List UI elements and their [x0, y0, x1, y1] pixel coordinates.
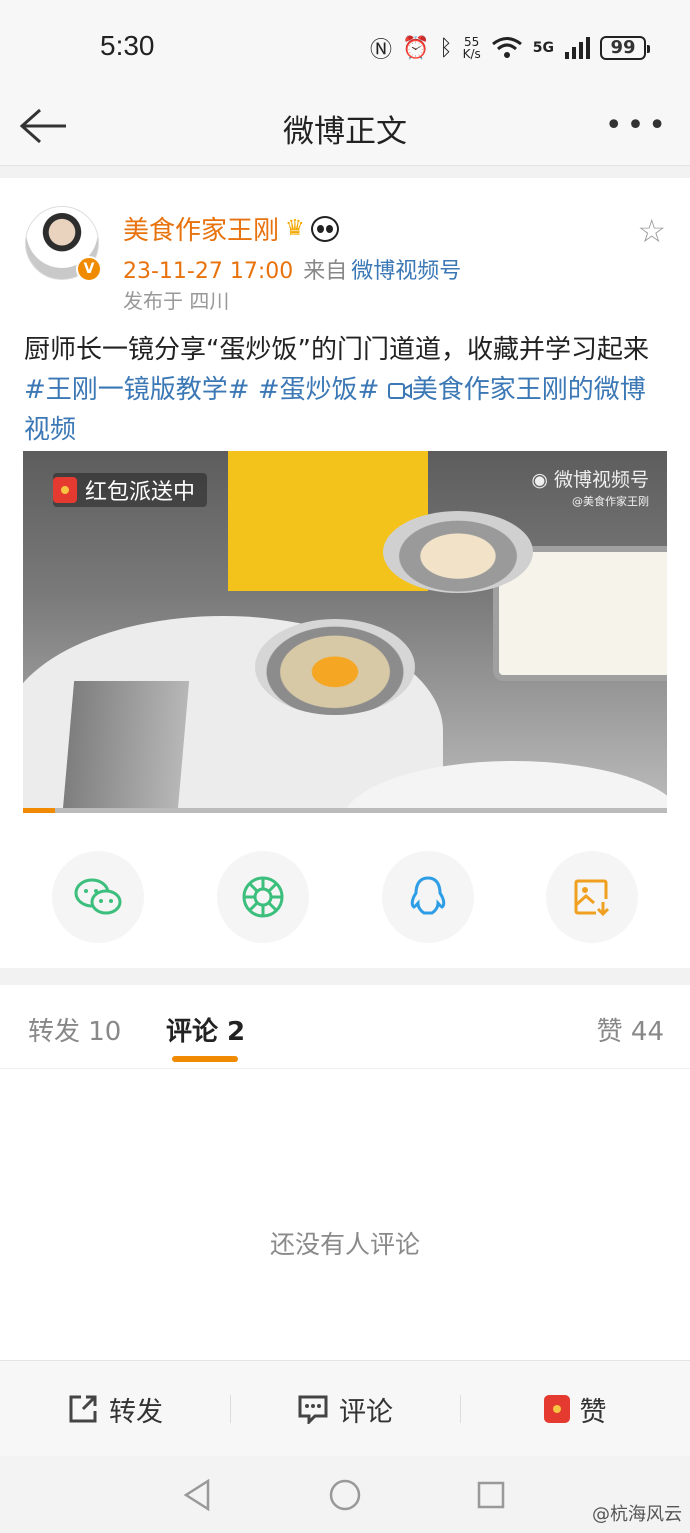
hashtag-link[interactable]: #蛋炒饭# [258, 375, 380, 405]
source-watermark: @杭海风云 [592, 1504, 682, 1525]
nav-recents-icon[interactable] [476, 1480, 506, 1510]
signal-icon [565, 37, 590, 59]
post-content: 厨师长一镜分享“蛋炒饭”的门门道道，收藏并学习起来 #王刚一镜版教学# #蛋炒饭#… [24, 330, 664, 450]
share-row [0, 851, 690, 945]
watermark-text: 微博视频号 [553, 469, 649, 491]
nfc-icon: Ⓝ [369, 38, 392, 63]
status-bar: 5:30 Ⓝ ⏰ ᛒ 55 K/s 5G 99 [0, 0, 690, 90]
page-title: 微博正文 [283, 114, 407, 150]
tab-comments[interactable]: 评论 2 [166, 1011, 245, 1048]
nav-home-icon[interactable] [328, 1478, 362, 1512]
watermark-subtext: @美食作家王刚 [572, 495, 649, 508]
alarm-icon: ⏰ [401, 35, 430, 61]
repost-icon [69, 1395, 97, 1423]
comment-icon [298, 1395, 328, 1424]
crown-icon: ♛ [285, 216, 305, 241]
network-speed: 55 K/s [462, 35, 481, 61]
video-progress-fill [23, 808, 56, 813]
from-label: 来自 [303, 259, 348, 284]
hashtag-link[interactable]: #王刚一镜版教学# [24, 375, 250, 405]
bottom-action-bar: 转发 评论 赞 [0, 1360, 690, 1456]
share-qq-button[interactable] [382, 851, 474, 943]
red-packet-icon [53, 477, 77, 503]
video-player[interactable]: 红包派送中 ◉ 微博视频号 @美食作家王刚 [23, 451, 667, 813]
repost-label: 转发 [109, 1396, 163, 1428]
save-image-button[interactable] [546, 851, 638, 943]
more-options-icon[interactable]: ••• [605, 108, 670, 143]
post-card: V 美食作家王刚 ♛ 23-11-27 17:00 来自 微博视频号 发布于 四川 … [0, 178, 690, 968]
wechat-icon [74, 878, 122, 915]
moments-icon [242, 876, 284, 918]
active-tab-indicator [172, 1056, 238, 1062]
post-author[interactable]: 美食作家王刚 ♛ [123, 210, 339, 247]
post-location: 发布于 四川 [123, 289, 230, 313]
status-icons: Ⓝ ⏰ ᛒ 55 K/s 5G 99 [369, 32, 650, 64]
share-wechat-button[interactable] [52, 851, 144, 943]
bluetooth-icon: ᛒ [439, 35, 453, 61]
video-frame-egg-bowl [383, 511, 533, 593]
video-progress-bar[interactable] [23, 808, 667, 813]
wifi-icon [491, 37, 522, 58]
verified-badge-icon: V [76, 256, 102, 282]
share-moments-button[interactable] [217, 851, 309, 943]
system-nav-bar [0, 1456, 690, 1533]
video-watermark: ◉ 微博视频号 @美食作家王刚 [531, 469, 649, 513]
network-type: 5G [532, 40, 554, 56]
nav-back-icon[interactable] [182, 1478, 212, 1512]
interaction-tabs: 转发 10 评论 2 赞 44 [0, 985, 690, 1069]
empty-comments-message: 还没有人评论 [269, 1230, 420, 1259]
status-time: 5:30 [100, 30, 155, 61]
like-icon [543, 1395, 570, 1423]
qq-icon [410, 876, 446, 915]
battery-indicator: 99 [600, 36, 650, 60]
post-source-link[interactable]: 微博视频号 [351, 259, 461, 284]
comment-label: 评论 [339, 1396, 393, 1428]
panda-icon [310, 215, 339, 242]
video-frame-yolk-bowl [255, 619, 415, 715]
favorite-star-icon[interactable]: ☆ [637, 212, 666, 250]
post-text: 厨师长一镜分享“蛋炒饭”的门门道道，收藏并学习起来 [24, 335, 649, 365]
tab-reposts[interactable]: 转发 10 [28, 1011, 121, 1048]
video-frame-cleaver [61, 681, 190, 813]
top-nav: 微博正文 ••• [0, 90, 690, 166]
tab-likes[interactable]: 赞 44 [597, 1011, 664, 1048]
comments-section: 还没有人评论 [0, 1069, 690, 1360]
red-packet-badge[interactable]: 红包派送中 [53, 473, 208, 507]
comment-button[interactable]: 评论 [230, 1361, 460, 1457]
like-button[interactable]: 赞 [460, 1361, 690, 1457]
post-meta: 23-11-27 17:00 来自 微博视频号 [123, 253, 461, 285]
post-date: 23-11-27 17:00 [123, 259, 294, 284]
save-image-icon [574, 879, 610, 917]
red-packet-label: 红包派送中 [85, 480, 196, 505]
video-camera-icon [387, 383, 412, 399]
repost-button[interactable]: 转发 [0, 1361, 230, 1457]
author-name: 美食作家王刚 [123, 216, 280, 246]
weibo-logo-icon: ◉ [531, 469, 548, 491]
like-label: 赞 [579, 1396, 607, 1428]
